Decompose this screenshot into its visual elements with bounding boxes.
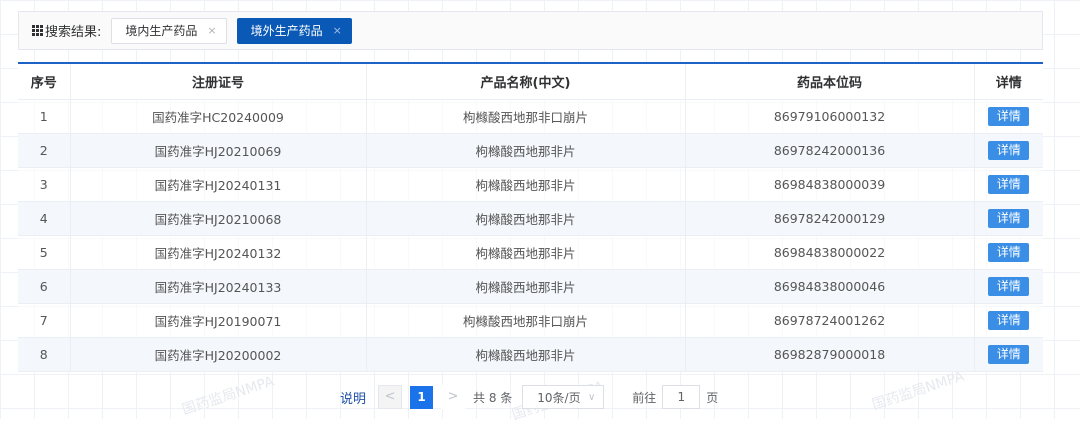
close-icon[interactable]: × xyxy=(333,19,342,43)
detail-button[interactable]: 详情 xyxy=(988,209,1030,228)
cell-index: 4 xyxy=(18,201,71,236)
total-count: 共 8 条 xyxy=(473,390,513,405)
cell-index: 7 xyxy=(18,303,71,338)
goto-suffix: 页 xyxy=(706,390,719,405)
detail-button[interactable]: 详情 xyxy=(988,345,1030,364)
next-page-button[interactable]: > xyxy=(441,385,466,409)
detail-button[interactable]: 详情 xyxy=(988,141,1030,160)
cell-drug-code: 86984838000022 xyxy=(685,235,975,270)
cell-detail: 详情 xyxy=(974,337,1043,372)
cell-index: 2 xyxy=(18,133,71,168)
grid-icon xyxy=(32,25,43,36)
cell-index: 5 xyxy=(18,235,71,270)
detail-button[interactable]: 详情 xyxy=(988,175,1030,194)
cell-drug-code: 86984838000046 xyxy=(685,269,975,304)
cell-detail: 详情 xyxy=(974,235,1043,270)
cell-product-name: 枸橼酸西地那非片 xyxy=(366,269,686,304)
cell-detail: 详情 xyxy=(974,303,1043,338)
cell-registration-no: 国药准字HJ20200002 xyxy=(70,337,367,372)
detail-button[interactable]: 详情 xyxy=(988,243,1030,262)
header-product-name: 产品名称(中文) xyxy=(366,63,686,100)
cell-registration-no: 国药准字HJ20240131 xyxy=(70,167,367,202)
detail-button[interactable]: 详情 xyxy=(988,107,1030,126)
pagination: 说明 < 1 > 共 8 条 10条/页 ∨ 前往 页 xyxy=(340,385,718,409)
header-index: 序号 xyxy=(18,63,71,100)
cell-registration-no: 国药准字HJ20210069 xyxy=(70,133,367,168)
header-drug-code: 药品本位码 xyxy=(685,63,975,100)
table-row: 6 国药准字HJ20240133 枸橼酸西地那非片 86984838000046 详情 xyxy=(18,269,1043,304)
cell-drug-code: 86978242000129 xyxy=(685,201,975,236)
cell-registration-no: 国药准字HJ20240133 xyxy=(70,269,367,304)
header-detail: 详情 xyxy=(974,63,1043,100)
cell-product-name: 枸橼酸西地那非片 xyxy=(366,133,686,168)
cell-detail: 详情 xyxy=(974,167,1043,202)
watermark: 国药监局NMPA xyxy=(870,368,967,414)
cell-index: 3 xyxy=(18,167,71,202)
table-row: 8 国药准字HJ20200002 枸橼酸西地那非片 86982879000018 详情 xyxy=(18,337,1043,372)
cell-drug-code: 86978242000136 xyxy=(685,133,975,168)
cell-drug-code: 86978724001262 xyxy=(685,303,975,338)
cell-product-name: 枸橼酸西地那非片 xyxy=(366,167,686,202)
detail-button[interactable]: 详情 xyxy=(988,277,1030,296)
cell-detail: 详情 xyxy=(974,133,1043,168)
table-row: 1 国药准字HC20240009 枸橼酸西地那非口崩片 86979106000132 详… xyxy=(18,99,1043,134)
notes-link[interactable]: 说明 xyxy=(340,388,366,407)
cell-registration-no: 国药准字HC20240009 xyxy=(70,99,367,134)
cell-registration-no: 国药准字HJ20240132 xyxy=(70,235,367,270)
header-registration-no: 注册证号 xyxy=(70,63,367,100)
search-results-panel: 搜索结果: 境内生产药品 × 境外生产药品 × 序号 注册证号 产品名称(中文)… xyxy=(18,11,1043,372)
page-size-select[interactable]: 10条/页 ∨ xyxy=(522,385,605,409)
cell-detail: 详情 xyxy=(974,269,1043,304)
cell-detail: 详情 xyxy=(974,99,1043,134)
table-row: 2 国药准字HJ20210069 枸橼酸西地那非片 86978242000136 详情 xyxy=(18,133,1043,168)
cell-drug-code: 86982879000018 xyxy=(685,337,975,372)
search-result-bar: 搜索结果: 境内生产药品 × 境外生产药品 × xyxy=(18,11,1043,50)
cell-registration-no: 国药准字HJ20190071 xyxy=(70,303,367,338)
watermark: 国药监局NMPA xyxy=(180,373,277,419)
cell-product-name: 枸橼酸西地那非口崩片 xyxy=(366,303,686,338)
close-icon[interactable]: × xyxy=(207,19,216,43)
tag-domestic-drugs[interactable]: 境内生产药品 × xyxy=(111,17,227,44)
results-table: 序号 注册证号 产品名称(中文) 药品本位码 详情 1 国药准字HC2024000… xyxy=(18,62,1043,372)
chevron-down-icon: ∨ xyxy=(587,391,596,403)
cell-index: 6 xyxy=(18,269,71,304)
search-result-label: 搜索结果: xyxy=(32,21,101,40)
tag-imported-drugs[interactable]: 境外生产药品 × xyxy=(236,17,352,44)
goto-label: 前往 xyxy=(632,390,657,405)
cell-detail: 详情 xyxy=(974,201,1043,236)
cell-index: 1 xyxy=(18,99,71,134)
page-number-current[interactable]: 1 xyxy=(410,385,434,409)
table-row: 7 国药准字HJ20190071 枸橼酸西地那非口崩片 86978724001262 详… xyxy=(18,303,1043,338)
cell-drug-code: 86979106000132 xyxy=(685,99,975,134)
cell-product-name: 枸橼酸西地那非口崩片 xyxy=(366,99,686,134)
cell-product-name: 枸橼酸西地那非片 xyxy=(366,337,686,372)
prev-page-button[interactable]: < xyxy=(378,385,403,409)
table-header-row: 序号 注册证号 产品名称(中文) 药品本位码 详情 xyxy=(18,63,1043,100)
cell-product-name: 枸橼酸西地那非片 xyxy=(366,201,686,236)
cell-index: 8 xyxy=(18,337,71,372)
cell-registration-no: 国药准字HJ20210068 xyxy=(70,201,367,236)
cell-product-name: 枸橼酸西地那非片 xyxy=(366,235,686,270)
goto-page-input[interactable] xyxy=(662,385,701,409)
cell-drug-code: 86984838000039 xyxy=(685,167,975,202)
table-row: 3 国药准字HJ20240131 枸橼酸西地那非片 86984838000039 详情 xyxy=(18,167,1043,202)
table-row: 4 国药准字HJ20210068 枸橼酸西地那非片 86978242000129 详情 xyxy=(18,201,1043,236)
table-row: 5 国药准字HJ20240132 枸橼酸西地那非片 86984838000022 详情 xyxy=(18,235,1043,270)
detail-button[interactable]: 详情 xyxy=(988,311,1030,330)
